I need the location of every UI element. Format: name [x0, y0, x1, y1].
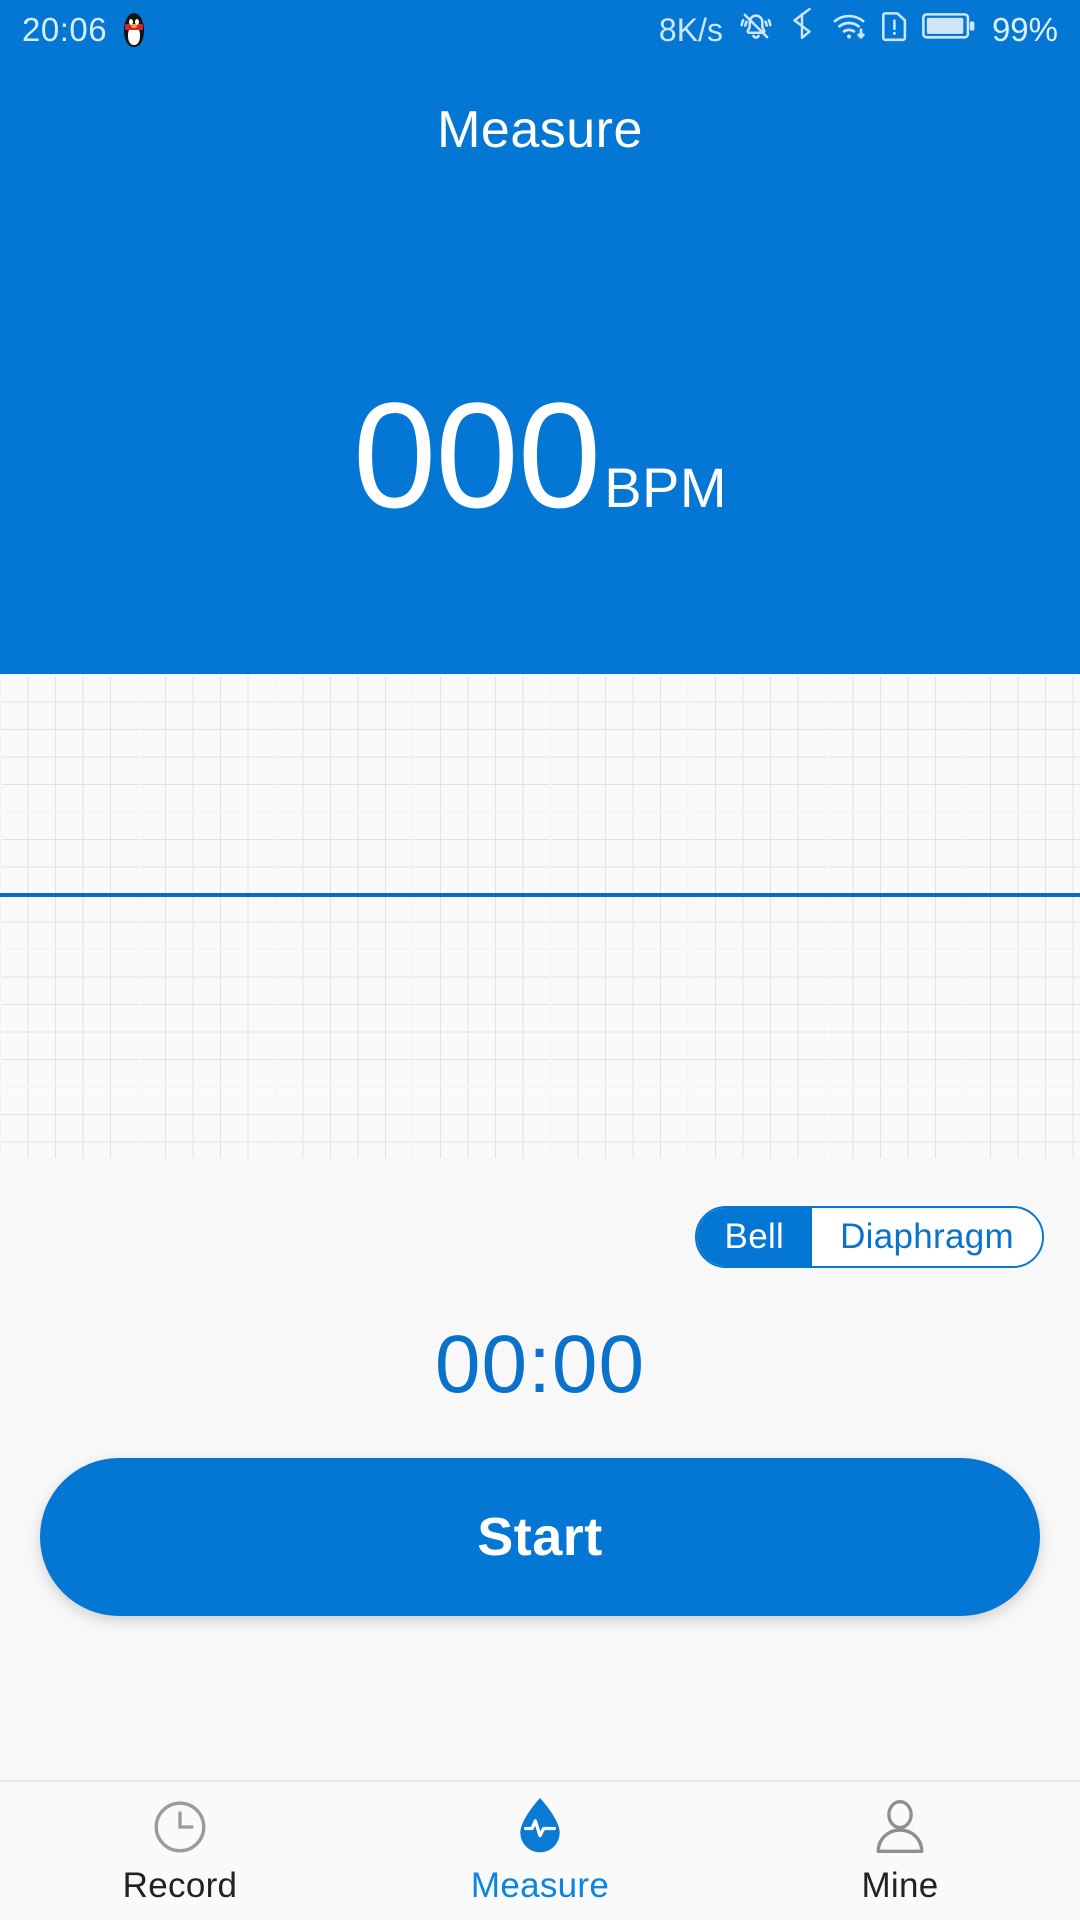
bpm-readout: 000 BPM — [0, 380, 1080, 530]
elapsed-timer: 00:00 — [434, 1319, 646, 1410]
app-root: 20:06 8K/s 99% Measure 000 BPM Bell Diap… — [0, 0, 1080, 1920]
tab-measure[interactable]: Measure — [360, 1796, 720, 1906]
battery-percent-label: 99% — [991, 11, 1058, 48]
bpm-value: 000 — [352, 371, 601, 539]
wifi-icon — [830, 8, 868, 52]
ecg-baseline — [0, 893, 1080, 897]
bpm-unit-label: BPM — [604, 456, 728, 519]
battery-icon — [922, 10, 976, 50]
mode-option-diaphragm[interactable]: Diaphragm — [812, 1208, 1042, 1266]
bottom-tab-bar: Record Measure Mine — [0, 1780, 1080, 1920]
tab-record-label: Record — [122, 1866, 238, 1905]
bluetooth-icon — [787, 7, 817, 52]
tab-measure-label: Measure — [470, 1866, 610, 1905]
controls-panel: Bell Diaphragm 00:00 Start — [0, 1158, 1080, 1780]
status-bar-right: 8K/s 99% — [658, 7, 1058, 52]
status-time: 20:06 — [22, 11, 108, 48]
droplet-pulse-icon — [510, 1796, 570, 1858]
tab-mine[interactable]: Mine — [720, 1796, 1080, 1906]
start-button[interactable]: Start — [40, 1458, 1040, 1616]
mode-toggle[interactable]: Bell Diaphragm — [694, 1206, 1044, 1268]
status-bar: 20:06 8K/s 99% — [0, 0, 1080, 60]
mode-option-bell[interactable]: Bell — [696, 1208, 813, 1266]
tab-mine-label: Mine — [861, 1866, 939, 1905]
qq-penguin-icon — [121, 13, 147, 47]
clock-icon — [149, 1796, 211, 1858]
person-icon — [869, 1796, 931, 1858]
page-title: Measure — [437, 101, 643, 159]
network-speed-label: 8K/s — [658, 11, 723, 48]
bell-muted-icon — [738, 8, 774, 52]
status-bar-left: 20:06 — [22, 11, 147, 49]
measurement-hero: Measure 000 BPM — [0, 60, 1080, 674]
ecg-waveform-chart — [0, 674, 1080, 1158]
sim-alert-icon — [881, 8, 909, 52]
tab-record[interactable]: Record — [0, 1796, 360, 1906]
